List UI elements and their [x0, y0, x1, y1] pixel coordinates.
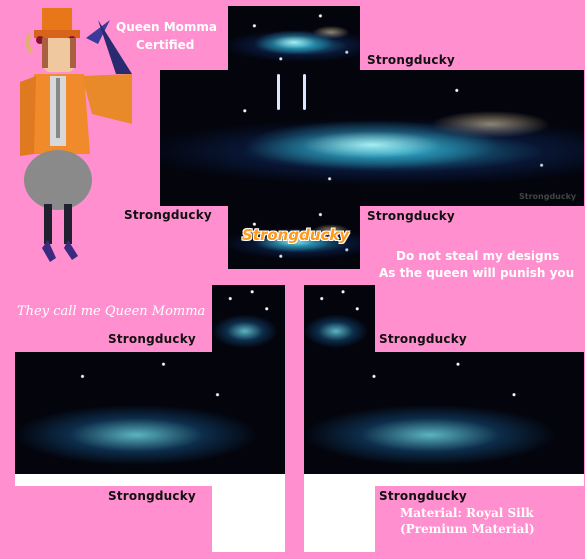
torso-label-top-right: Strongducky	[367, 53, 455, 67]
material-line2: (Premium Material)	[400, 522, 535, 536]
left-sleeve-white-strip	[15, 474, 285, 486]
left-sleeve-label-top: Strongducky	[108, 332, 196, 346]
tagline: They call me Queen Momma	[17, 304, 206, 319]
badge-line2: Certified	[136, 38, 195, 52]
right-sleeve-bottom-panel	[304, 486, 375, 552]
right-sleeve-label-top: Strongducky	[379, 332, 467, 346]
torso-light-stroke-right	[303, 74, 306, 110]
right-sleeve-white-strip	[304, 474, 584, 486]
material-line1: Material: Royal Silk	[400, 506, 534, 520]
torso-label-bottom-right: Strongducky	[367, 209, 455, 223]
badge-line1: Queen Momma	[116, 20, 218, 34]
warning-line2: As the queen will punish you	[379, 266, 575, 280]
left-sleeve-bottom-panel	[212, 486, 285, 552]
right-sleeve-top-panel	[304, 285, 375, 353]
torso-light-stroke-left	[277, 74, 280, 110]
left-sleeve-top-panel	[212, 285, 285, 353]
torso-top-panel	[228, 6, 360, 72]
torso-logo: Strongducky	[242, 226, 350, 244]
left-sleeve-main-panel	[15, 352, 285, 474]
torso-corner-watermark: Strongducky	[519, 192, 577, 201]
left-sleeve-label-bottom: Strongducky	[108, 489, 196, 503]
torso-label-bottom-left: Strongducky	[124, 208, 212, 222]
torso-main-panel	[160, 70, 584, 206]
warning-line1: Do not steal my designs	[396, 249, 560, 263]
right-sleeve-label-bottom: Strongducky	[379, 489, 467, 503]
right-sleeve-main-panel	[304, 352, 584, 474]
